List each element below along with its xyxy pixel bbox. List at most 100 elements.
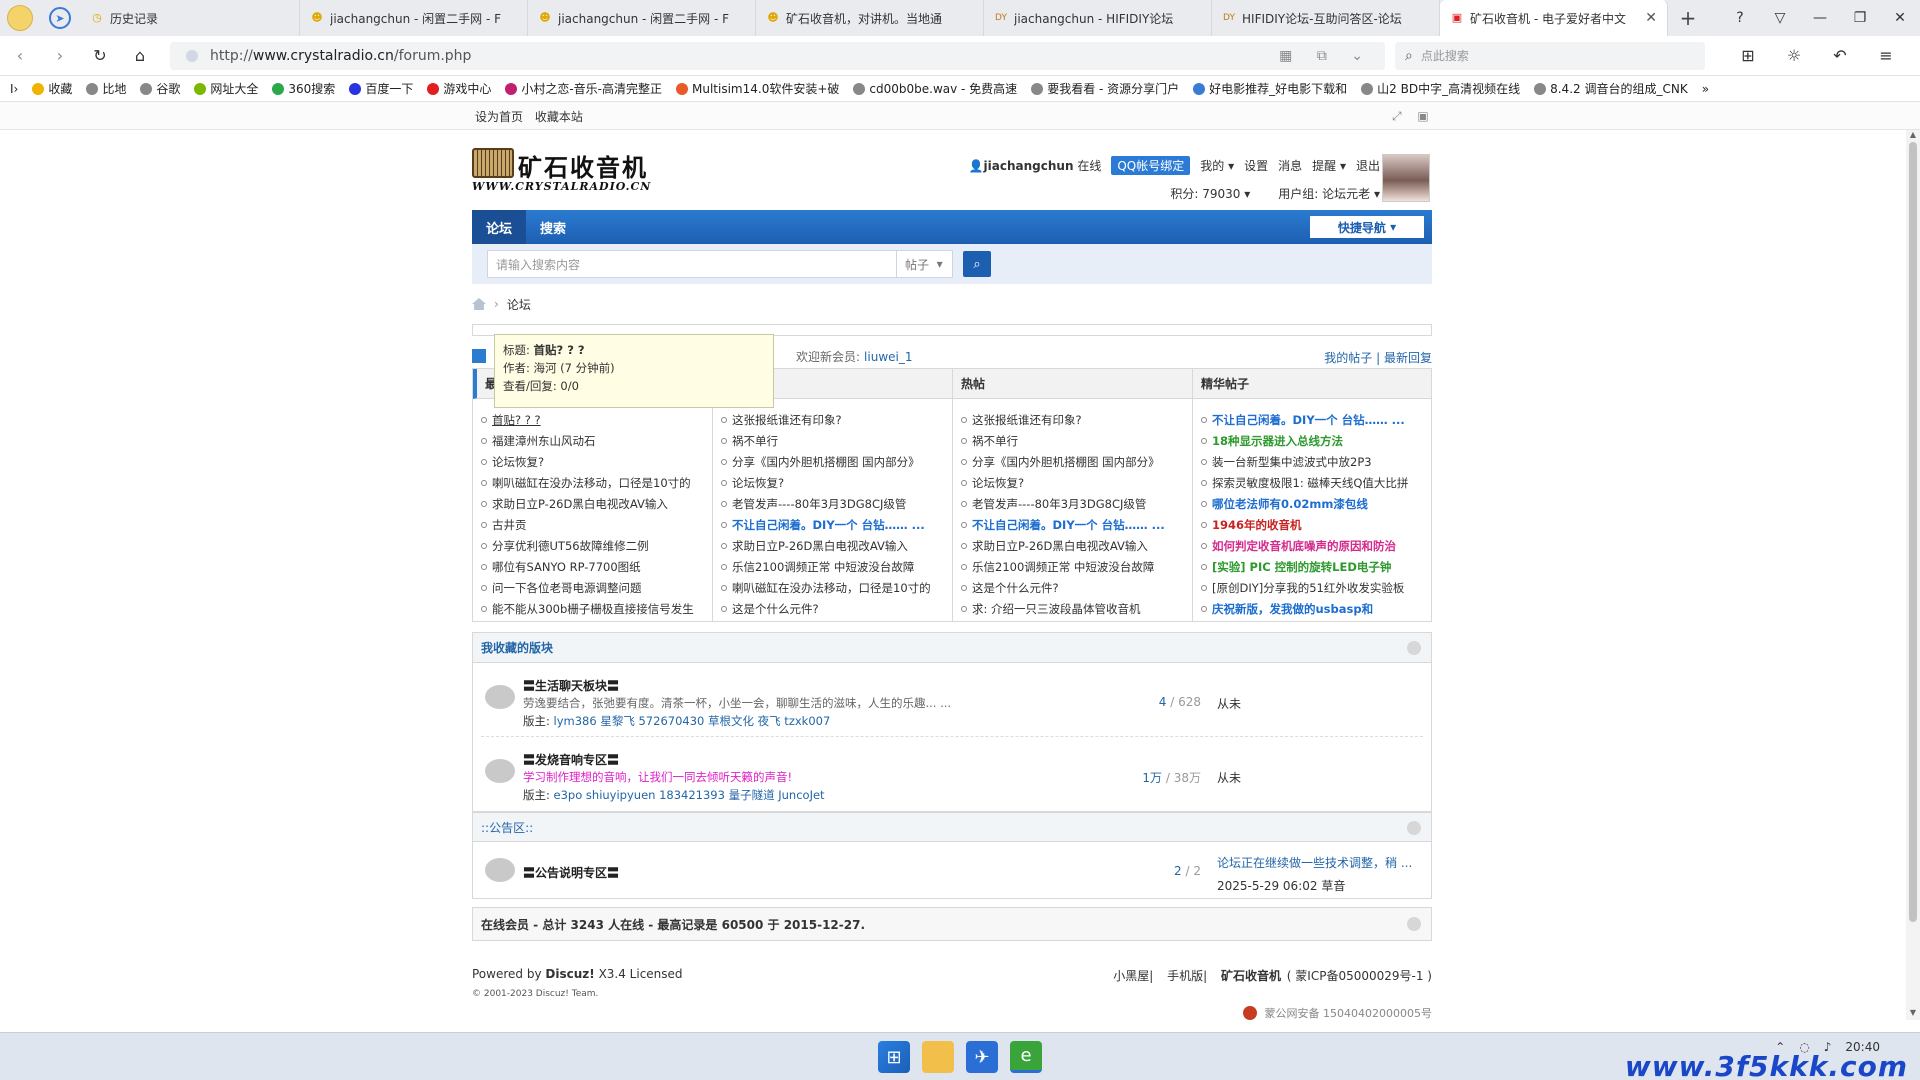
home-icon[interactable]	[472, 298, 486, 310]
blacklist-link[interactable]: 小黑屋	[1113, 969, 1149, 983]
icp-link[interactable]: ( 蒙ICP备05000029号-1 )	[1287, 969, 1432, 983]
site-logo[interactable]: 矿石收音机 WWW.CRYSTALRADIO.CN	[472, 146, 652, 198]
nav-forum[interactable]: 论坛	[472, 210, 527, 244]
thread-link[interactable]: 这张报纸谁还有印象?	[961, 409, 1186, 430]
thread-link[interactable]: 分享《国内外胆机搭棚图 国内部分》	[721, 451, 946, 472]
brightness-icon[interactable]: ☼	[1771, 46, 1817, 65]
moderator-links[interactable]: lym386 星黎飞 572670430 草根文化 夜飞 tzxk007	[554, 714, 831, 728]
moderator-links[interactable]: e3po shiuyipyuen 183421393 量子隧道 JuncoJet	[554, 788, 825, 802]
site-name-link[interactable]: 矿石收音机	[1221, 969, 1281, 983]
thread-link[interactable]: 福建漳州东山风动石	[481, 430, 706, 451]
new-member-link[interactable]: liuwei_1	[864, 350, 912, 364]
browser-tab[interactable]: ☻ jiachangchun - 闲置二手网 - F	[528, 0, 756, 36]
bookmark-item[interactable]: 山2 BD中字_高清视频在线	[1361, 80, 1520, 97]
browser-taskbar-icon[interactable]: e	[1010, 1041, 1042, 1073]
thread-link[interactable]: 哪位老法师有0.02mm漆包线	[1201, 493, 1425, 514]
my-posts-link[interactable]: 我的帖子	[1324, 351, 1372, 365]
stats-chart-icon[interactable]	[472, 349, 486, 363]
thread-link[interactable]: 古井贡	[481, 514, 706, 535]
thread-link[interactable]: 这是个什么元件?	[721, 598, 946, 619]
latest-replies-link[interactable]: 最新回复	[1384, 351, 1432, 365]
url-field[interactable]: http://www.crystalradio.cn/forum.php ▦ ⧉…	[170, 41, 1385, 70]
expand-icon[interactable]	[1407, 917, 1421, 931]
thread-link[interactable]: 祸不单行	[961, 430, 1186, 451]
thread-link[interactable]: 这是个什么元件?	[961, 577, 1186, 598]
thread-link[interactable]: 能不能从300b栅子栅极直接接信号发生	[481, 598, 706, 619]
browser-tab[interactable]: DY HIFIDIY论坛-互助问答区-论坛	[1212, 0, 1440, 36]
bookmark-item[interactable]: 比地	[86, 80, 126, 97]
nav-search[interactable]: 搜索	[526, 210, 580, 244]
help-icon[interactable]: ?	[1720, 0, 1760, 36]
thread-link[interactable]: 喇叭磁缸在没办法移动，口径是10寸的	[481, 472, 706, 493]
menu-icon[interactable]: ≡	[1863, 46, 1909, 65]
thread-link[interactable]: 论坛恢复?	[721, 472, 946, 493]
bookmark-item[interactable]: 好电影推荐_好电影下载和	[1193, 80, 1347, 97]
logout-link[interactable]: 退出	[1356, 157, 1380, 174]
forum-name-link[interactable]: 〓生活聊天板块〓	[523, 677, 619, 694]
thread-link[interactable]: 18种显示器进入总线方法	[1201, 430, 1425, 451]
announce-title[interactable]: ::公告区::	[481, 819, 533, 836]
bookmark-item[interactable]: 游戏中心	[427, 80, 491, 97]
bookmark-item[interactable]: 网址大全	[194, 80, 258, 97]
bookmark-item[interactable]: 谷歌	[140, 80, 180, 97]
thread-link[interactable]: 求助日立P-26D黑白电视改AV输入	[961, 535, 1186, 556]
favorites-title[interactable]: 我收藏的版块	[481, 639, 553, 656]
forum-name-link[interactable]: 〓发烧音响专区〓	[523, 751, 619, 768]
sidebar-toggle[interactable]: ➤	[40, 0, 80, 36]
thread-link[interactable]: 不让自己闲着。DIY一个 台钻…… ...	[1201, 409, 1425, 430]
column-header[interactable]: 精华帖子	[1193, 369, 1431, 399]
back-button[interactable]: ‹	[0, 46, 40, 65]
bookmark-item[interactable]: Multisim14.0软件安装+破	[676, 80, 839, 97]
bookmark-item[interactable]: 收藏	[32, 80, 72, 97]
minimize-button[interactable]: —	[1800, 0, 1840, 36]
bookmark-item[interactable]: 小村之恋-音乐-高清完整正	[505, 80, 662, 97]
username-link[interactable]: jiachangchun	[984, 159, 1074, 173]
refresh-button[interactable]: ↻	[80, 46, 120, 65]
thread-link[interactable]: 探索灵敏度极限1: 磁棒天线Q值大比拼	[1201, 472, 1425, 493]
collapse-icon[interactable]	[1407, 641, 1421, 655]
bookmark-item[interactable]: 8.4.2 调音台的组成_CNK	[1534, 80, 1688, 97]
bookmark-item[interactable]: 要我看看 - 资源分享门户	[1031, 80, 1179, 97]
remind-menu[interactable]: 提醒 ▾	[1312, 157, 1346, 174]
thread-link[interactable]: [原创DIY]分享我的51红外收发实验板	[1201, 577, 1425, 598]
thread-link[interactable]: 不让自己闲着。DIY一个 台钻…… ...	[961, 514, 1186, 535]
thread-link[interactable]: 哪位有SANYO RP-7700图纸	[481, 556, 706, 577]
usergroup-menu[interactable]: 用户组: 论坛元老 ▾	[1278, 185, 1380, 202]
browser-tab[interactable]: ☻ 矿石收音机，对讲机。当地通	[756, 0, 984, 36]
home-button[interactable]: ⌂	[120, 46, 160, 65]
forum-search-input[interactable]: 请输入搜索内容	[487, 250, 897, 278]
bookmark-item[interactable]: cd00b0be.wav - 免费高速	[853, 80, 1017, 97]
thread-link[interactable]: 论坛恢复?	[961, 472, 1186, 493]
thread-link[interactable]: [实验] PIC 控制的旋转LED电子钟	[1201, 556, 1425, 577]
column-header[interactable]: 热帖	[953, 369, 1192, 399]
thread-link[interactable]: 这张报纸谁还有印象?	[721, 409, 946, 430]
thread-link[interactable]: 分享优利德UT56故障维修二例	[481, 535, 706, 556]
qq-bind-button[interactable]: QQ帐号绑定	[1111, 156, 1191, 175]
thread-link[interactable]: 老管发声----80年3月3DG8CJ级管	[721, 493, 946, 514]
discuz-link[interactable]: Discuz!	[545, 967, 594, 981]
apps-grid-icon[interactable]: ⊞	[1725, 46, 1771, 65]
thread-link[interactable]: 求: 介绍一只三波段晶体管收音机	[961, 598, 1186, 619]
thread-link[interactable]: 老管发声----80年3月3DG8CJ级管	[961, 493, 1186, 514]
feishu-icon[interactable]: ✈	[966, 1041, 998, 1073]
undo-icon[interactable]: ↶	[1817, 46, 1863, 65]
forum-search-button[interactable]: ⌕	[963, 251, 991, 277]
user-avatar[interactable]	[1382, 154, 1430, 202]
thread-link[interactable]: 装一台新型集中滤波式中放2P3	[1201, 451, 1425, 472]
bookmark-item[interactable]: 百度一下	[349, 80, 413, 97]
points-menu[interactable]: 积分: 79030 ▾	[1170, 185, 1250, 202]
close-window-button[interactable]: ✕	[1880, 0, 1920, 36]
url-tools-icon[interactable]: ▦ ⧉ ⌄	[1279, 48, 1373, 64]
fullscreen-icon[interactable]: ⤢ ▣	[1392, 109, 1435, 124]
my-menu[interactable]: 我的 ▾	[1200, 157, 1234, 174]
search-type-select[interactable]: 帖子 ▾	[897, 250, 953, 278]
forward-button[interactable]: ›	[40, 46, 80, 65]
bookmarks-expand-icon[interactable]: I›	[10, 82, 18, 96]
browser-tab[interactable]: ▣ 矿石收音机 - 电子爱好者中文 ✕	[1440, 0, 1668, 36]
thread-link[interactable]: 祸不单行	[721, 430, 946, 451]
browser-search-input[interactable]: ⌕ 点此搜索	[1395, 41, 1705, 70]
last-post-link[interactable]: 论坛正在继续做一些技术调整，稍 ...	[1217, 854, 1412, 871]
thread-link[interactable]: 乐信2100调频正常 中短波没台故障	[961, 556, 1186, 577]
mobile-link[interactable]: 手机版	[1167, 969, 1203, 983]
more-bookmarks-icon[interactable]: »	[1702, 82, 1709, 96]
